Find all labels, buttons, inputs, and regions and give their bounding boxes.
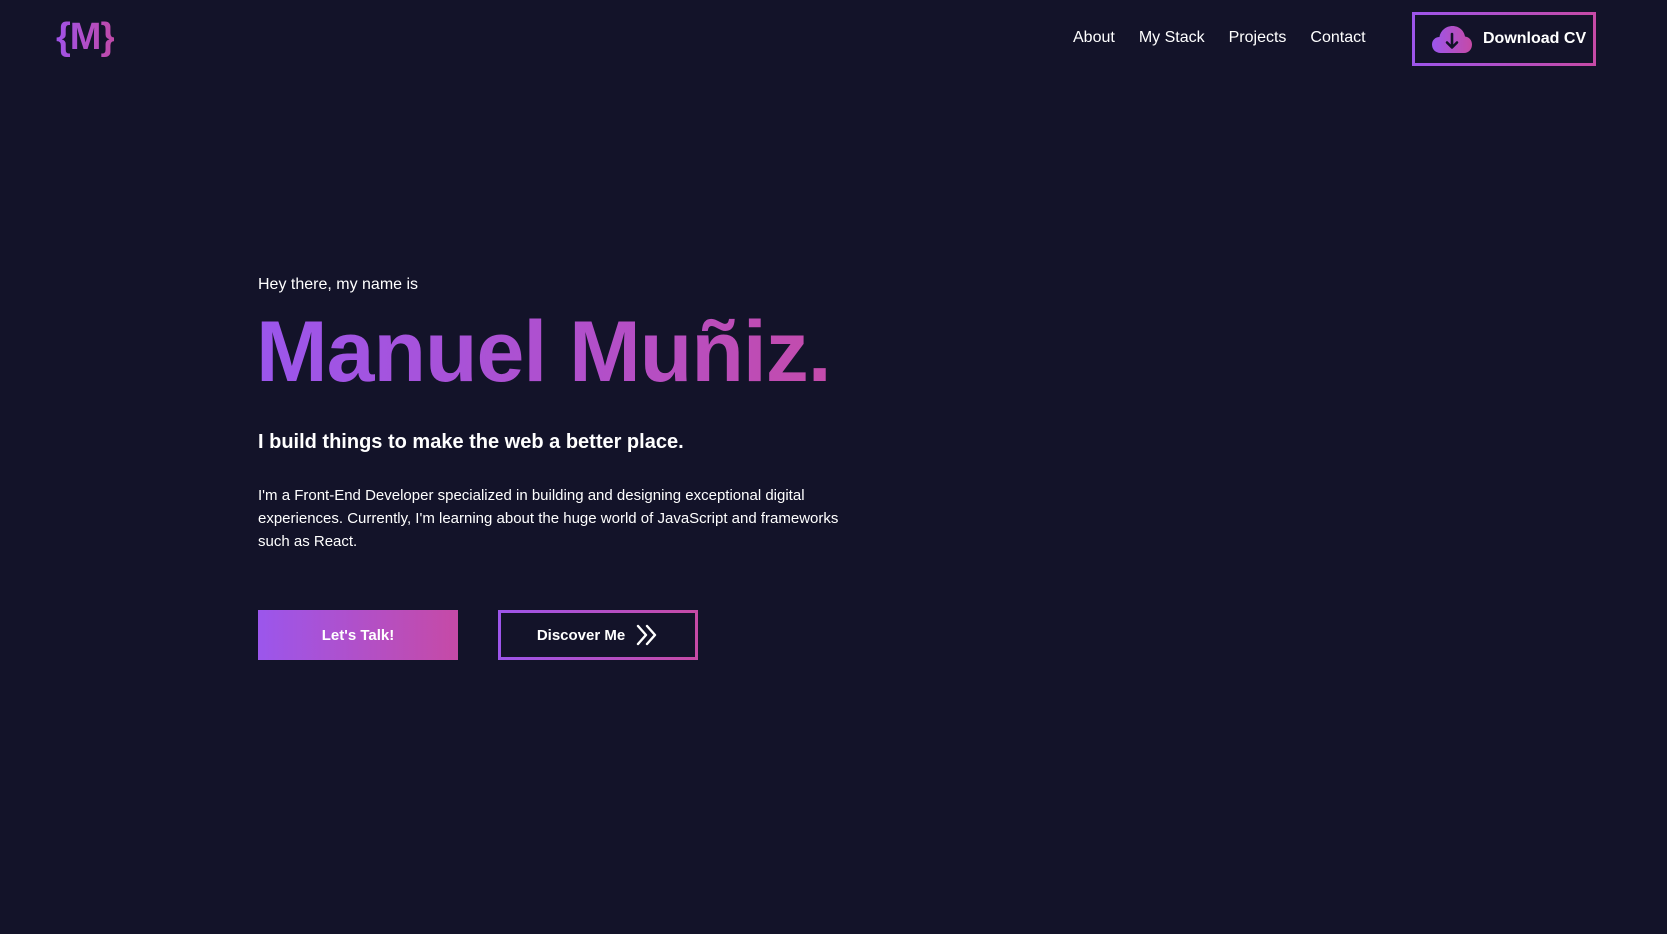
- cloud-download-icon: [1432, 26, 1472, 53]
- hero-name: Manuel Muñiz.: [256, 304, 898, 400]
- hero-tagline: I build things to make the web a better …: [258, 431, 684, 453]
- download-cv-button[interactable]: Download CV: [1412, 12, 1596, 66]
- discover-me-button[interactable]: Discover Me: [498, 610, 698, 660]
- nav-link-my-stack[interactable]: My Stack: [1139, 29, 1205, 47]
- hero-section: Hey there, my name is Manuel Muñiz. I bu…: [256, 272, 898, 553]
- main-nav: About My Stack Projects Contact: [1073, 29, 1390, 47]
- site-logo[interactable]: {M}: [56, 16, 115, 59]
- nav-link-about[interactable]: About: [1073, 29, 1115, 47]
- double-chevron-right-icon: [636, 624, 657, 646]
- hero-bio: I'm a Front-End Developer specialized in…: [258, 487, 839, 550]
- discover-me-label: Discover Me: [536, 626, 626, 644]
- page: {M} About My Stack Projects Contact Down…: [0, 0, 1667, 934]
- download-cv-label: Download CV: [1483, 30, 1587, 47]
- nav-link-contact[interactable]: Contact: [1310, 29, 1365, 47]
- lets-talk-button[interactable]: Let's Talk!: [258, 610, 458, 660]
- hero-actions: Let's Talk! Discover Me: [258, 610, 698, 660]
- nav-link-projects[interactable]: Projects: [1229, 29, 1287, 47]
- hero-greeting: Hey there, my name is: [258, 276, 419, 293]
